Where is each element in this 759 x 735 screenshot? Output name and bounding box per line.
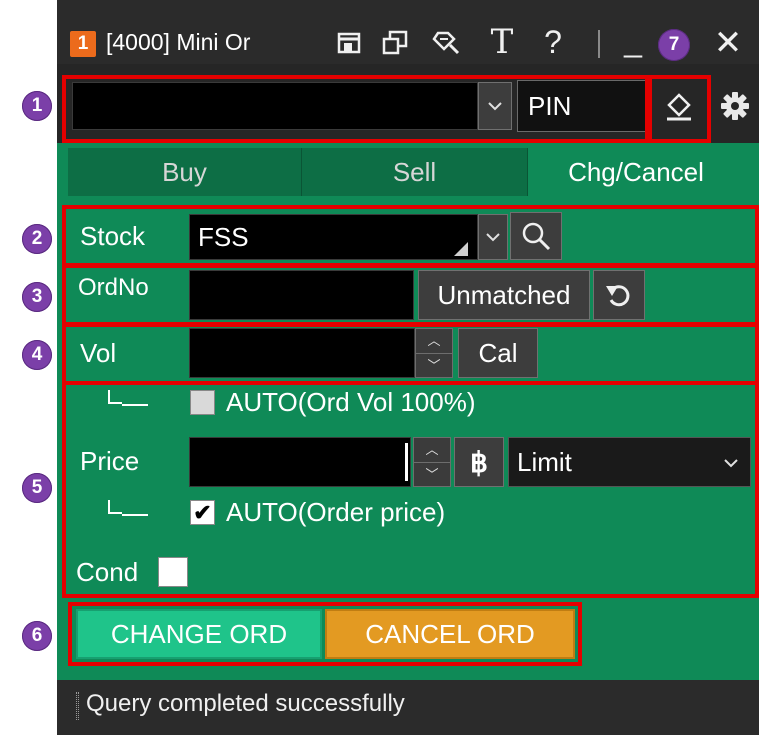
- minimize-icon[interactable]: _: [618, 22, 648, 58]
- restore-window-icon[interactable]: [333, 28, 367, 58]
- text-icon[interactable]: T: [484, 24, 520, 60]
- tab-chg-cancel[interactable]: Chg/Cancel: [528, 148, 744, 196]
- tab-buy[interactable]: Buy: [68, 148, 302, 196]
- marker-7: 7: [658, 29, 690, 61]
- help-icon[interactable]: ?: [538, 24, 568, 60]
- copy-window-icon[interactable]: [378, 28, 412, 58]
- marker-2: 2: [22, 224, 52, 254]
- highlight-region-1: [62, 75, 649, 143]
- app-badge: 1: [70, 31, 96, 57]
- marker-5: 5: [22, 473, 52, 503]
- highlight-region-6: [68, 602, 582, 666]
- highlight-region-2: [62, 205, 759, 267]
- gear-icon[interactable]: [716, 86, 754, 126]
- highlight-region-4: [62, 323, 759, 385]
- status-grip-icon: [76, 692, 79, 720]
- close-icon[interactable]: ✕: [708, 24, 748, 62]
- marker-1: 1: [22, 91, 52, 121]
- highlight-region-3: [62, 264, 759, 326]
- marker-3: 3: [22, 282, 52, 312]
- highlight-region-5: [62, 381, 759, 598]
- title-separator: [598, 30, 600, 58]
- marker-6: 6: [22, 621, 52, 651]
- eraser-icon[interactable]: [655, 84, 703, 130]
- marker-4: 4: [22, 340, 52, 370]
- pin-tool-icon[interactable]: [425, 26, 465, 60]
- window-title: [4000] Mini Or: [106, 29, 251, 55]
- status-message: Query completed successfully: [86, 690, 405, 717]
- tab-sell[interactable]: Sell: [302, 148, 528, 196]
